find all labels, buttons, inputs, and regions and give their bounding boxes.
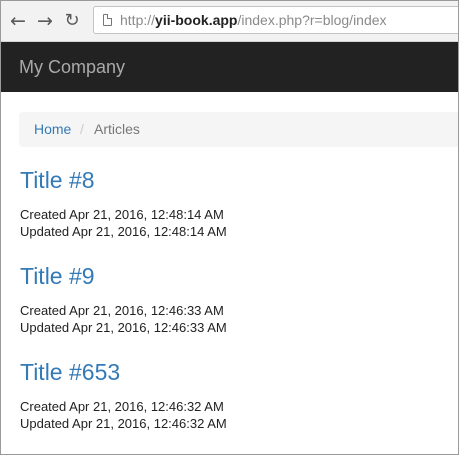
article-title-link[interactable]: Title #9	[20, 262, 440, 290]
article-updated: Updated Apr 21, 2016, 12:46:32 AM	[20, 416, 227, 431]
breadcrumb-separator: /	[80, 121, 84, 137]
url-scheme: http://	[120, 12, 156, 28]
article-created: Created Apr 21, 2016, 12:48:14 AM	[20, 207, 224, 222]
article-item: Title #8 Created Apr 21, 2016, 12:48:14 …	[20, 166, 440, 262]
article-updated: Updated Apr 21, 2016, 12:48:14 AM	[20, 224, 227, 239]
browser-window: ← → ↻ http://yii-book.app/index.php?r=bl…	[0, 0, 459, 455]
back-arrow-icon[interactable]: ←	[7, 10, 29, 32]
article-item: Title #9 Created Apr 21, 2016, 12:46:33 …	[20, 262, 440, 358]
page-icon	[103, 14, 112, 26]
navbar: My Company	[1, 42, 458, 92]
browser-toolbar: ← → ↻ http://yii-book.app/index.php?r=bl…	[1, 1, 458, 42]
article-item: Title #653 Created Apr 21, 2016, 12:46:3…	[20, 358, 440, 454]
breadcrumb-current: Articles	[94, 121, 140, 137]
breadcrumb-home-link[interactable]: Home	[34, 112, 71, 147]
article-created: Created Apr 21, 2016, 12:46:33 AM	[20, 303, 224, 318]
forward-arrow-icon[interactable]: →	[34, 10, 56, 32]
url-text[interactable]: http://yii-book.app/index.php?r=blog/ind…	[120, 7, 387, 33]
article-created: Created Apr 21, 2016, 12:46:32 AM	[20, 399, 224, 414]
brand-link[interactable]: My Company	[19, 42, 125, 92]
url-host: yii-book.app	[155, 12, 238, 28]
address-bar[interactable]: http://yii-book.app/index.php?r=blog/ind…	[93, 6, 458, 34]
reload-icon[interactable]: ↻	[61, 10, 83, 32]
url-path: /index.php?r=blog/index	[237, 12, 387, 28]
article-list: Title #8 Created Apr 21, 2016, 12:48:14 …	[20, 166, 440, 454]
article-title-link[interactable]: Title #8	[20, 166, 440, 194]
article-updated: Updated Apr 21, 2016, 12:46:33 AM	[20, 320, 227, 335]
breadcrumb: Home / Articles	[19, 112, 458, 147]
article-title-link[interactable]: Title #653	[20, 358, 440, 386]
